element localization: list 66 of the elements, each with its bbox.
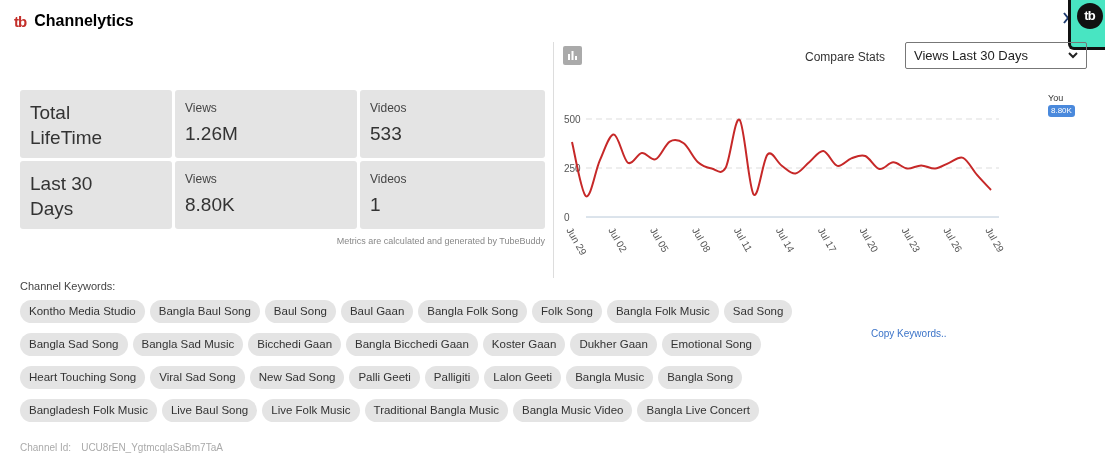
legend-label: You [1048,92,1064,105]
copy-keywords-link[interactable]: Copy Keywords.. [871,326,947,341]
metric-value: 1 [370,193,382,217]
x-tick-label: Jul 05 [648,225,671,255]
keyword-chip: Bangla Live Concert [637,399,760,422]
keyword-chip: Live Folk Music [262,399,360,422]
x-tick-label: Jul 08 [689,225,713,255]
keywords-label: Channel Keywords: [20,279,117,294]
x-tick-label: Jun 29 [564,225,589,257]
keyword-chip: Emotional Song [661,333,762,356]
keyword-chip: Bangla Bicchedi Gaan [346,333,478,356]
keyword-chip: New Sad Song [249,366,345,389]
x-tick-label: Jul 29 [983,225,1007,255]
keyword-chip: Viral Sad Song [150,366,245,389]
keyword-chip: Sad Song [723,300,793,323]
channel-id-label: Channel Id: [20,441,72,455]
keyword-chip: Bangladesh Folk Music [20,399,157,422]
x-tick-label: Jul 14 [773,225,797,255]
period-label: Total LifeTime [20,90,172,158]
keyword-chip: Bangla Folk Song [418,300,528,323]
keyword-chip: Traditional Bangla Music [364,399,509,422]
keyword-chip: Bangla Song [658,366,743,389]
compare-select[interactable]: Views Last 30 Days [905,42,1087,69]
keyword-chip: Baul Song [264,300,336,323]
keyword-chip: Live Baul Song [161,399,258,422]
caret-icon [1068,52,1078,59]
keyword-chip: Lalon Geeti [484,366,562,389]
keyword-chip: Palli Geeti [349,366,420,389]
keyword-chip: Koster Gaan [482,333,566,356]
x-tick-label: Jul 02 [606,225,630,255]
app-title: Channelytics [34,11,134,31]
metric-value: 8.80K [185,193,236,217]
metrics-note: Metrics are calculated and generated by TubeBuddy [335,235,545,248]
keyword-chip: Dukher Gaan [570,333,657,356]
keyword-chip: Palligiti [424,366,480,389]
x-tick-label: Jul 23 [899,225,923,255]
metric-label: Views [185,100,218,117]
metric-value: 533 [370,122,403,146]
extension-tab[interactable]: tb [1068,0,1105,50]
y-tick-label: 500 [564,113,581,125]
metric-label: Videos [370,100,408,117]
x-tick-label: Jul 11 [731,225,755,254]
keyword-chip: Baul Gaan [340,300,414,323]
y-tick-label: 0 [564,211,570,223]
keyword-chip: Bangla Music [566,366,654,389]
legend-value: 8.80K [1048,105,1075,117]
keyword-chip: Bangla Music Video [513,399,633,422]
x-tick-label: Jul 17 [815,225,839,255]
keyword-chip: Bangla Sad Music [132,333,244,356]
compare-label: Compare Stats [805,49,886,66]
badge-logo: tb [1076,3,1103,29]
metric-label: Views [185,171,218,188]
channel-id-value: UCU8rEN_YgtmcqlaSaBm7TaA [81,441,223,455]
keyword-chip: Folk Song [532,300,602,323]
x-tick-label: Jul 20 [857,225,881,255]
keyword-chip: Kontho Media Studio [20,300,145,323]
keyword-chip: Bangla Folk Music [606,300,719,323]
metric-value: 1.26M [185,122,239,146]
x-tick-label: Jul 26 [941,225,965,255]
period-label: Last 30 Days [20,161,172,229]
metric-label: Videos [370,171,408,188]
keyword-chip: Bicchedi Gaan [248,333,342,356]
keyword-chip: Bangla Baul Song [149,300,260,323]
keyword-chip: Bangla Sad Song [20,333,128,356]
logo: tb [14,13,27,29]
keyword-chip: Heart Touching Song [20,366,146,389]
